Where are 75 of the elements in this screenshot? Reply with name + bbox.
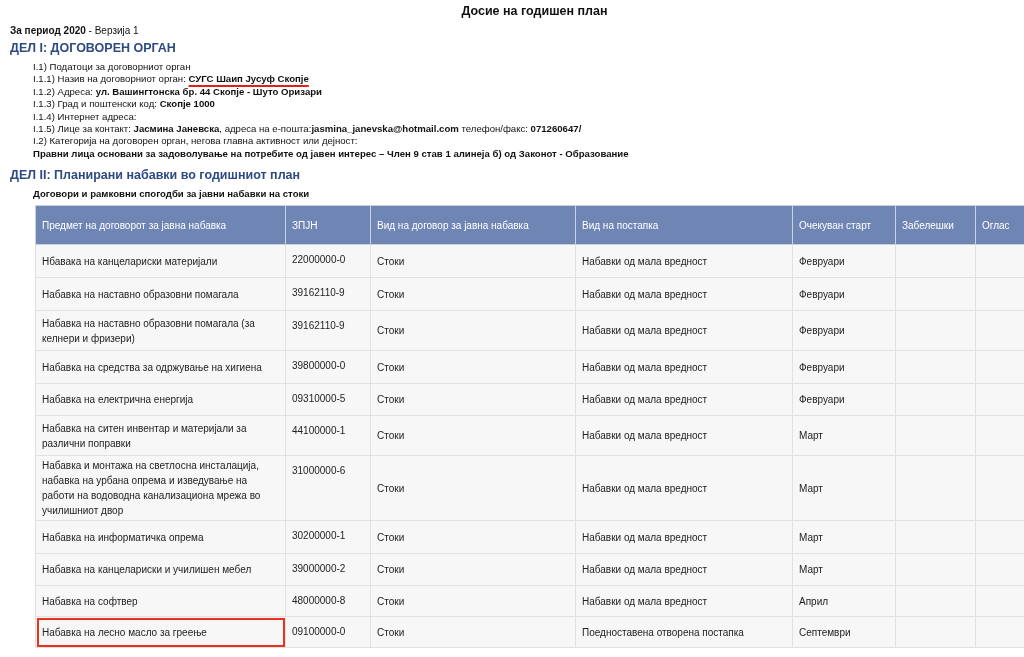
table-cell: 39162110-9 [285,277,371,311]
info-line: I.1.1) Назив на договорниот орган: СУГС Шаип Јусуф Скопје [33,73,310,86]
column-header: ЗПЈН [285,205,371,245]
column-header: Оглас [975,205,1024,245]
table-cell: Стоки [370,585,576,617]
table-cell: Набавка на средства за одржување на хигиена [35,350,286,384]
info-line: I.2) Категорија на договорен орган, негова главна активност или дејност: [33,135,359,148]
table-cell: Набавки од мала вредност [575,455,793,521]
table-cell: Стоки [370,244,576,278]
table-cell: 48000000-8 [285,585,371,617]
table-caption: Договори и рамковни спогодби за јавни набавки на стоки [33,188,311,201]
info-line: I.1.3) Град и поштенски код: Скопје 1000 [33,98,216,111]
table-cell: Набавки од мала вредност [575,553,793,586]
column-header: Забелешки [895,205,976,245]
column-header: Очекуван старт [792,205,896,245]
table-cell: Набавка на канцелариски и училишен мебел [35,553,286,586]
table-cell: 39000000-2 [285,553,371,586]
table-cell: 09100000-0 [285,616,371,648]
info-line: I.1) Податоци за договорниот орган [33,61,192,74]
table-cell: Февруари [792,383,896,416]
info-line: I.1.2) Адреса: ул. Вашингтонска бр. 44 Скопје - Шуто Оризари [33,85,323,99]
table-cell: Стоки [370,616,576,648]
table-cell: Набавка на наставно образовни помагала [35,277,286,311]
table-cell: Нбавака на канцелариски материјали [35,244,286,278]
table-cell: Набавки од мала вредност [575,310,793,351]
table-cell: Поедноставена отворена постапка [575,616,793,648]
table-cell: Стоки [370,415,576,456]
table-cell: Стоки [370,350,576,384]
table-cell: 44100000-1 [285,415,371,456]
table-cell: Набавка на лесно масло за греење [35,616,286,648]
table-cell: Септември [792,616,896,648]
table-cell: Набавка на електрична енергија [35,383,286,416]
table-cell: Набавка на информатичка опрема [35,520,286,554]
column-header: Вид на договор за јавна набавка [370,205,576,245]
table-cell: Стоки [370,277,576,311]
table-cell: Март [792,415,896,456]
table-cell: Набавка на софтвер [35,585,286,617]
table-cell: Април [792,585,896,617]
table-cell: Стоки [370,310,576,351]
table-cell: Набавки од мала вредност [575,520,793,554]
table-cell: 30200000-1 [285,520,371,554]
table-cell: 39162110-9 [285,310,371,351]
table-cell: Набавка на наставно образовни помагала (за келнери и фризери) [35,310,286,351]
table-cell: 22000000-0 [285,244,371,278]
table-cell: 31000000-6 [285,455,371,521]
section-heading: ДЕЛ II: Планирани набавки во годишниот план [10,168,302,184]
section-heading: ДЕЛ I: ДОГОВОРЕН ОРГАН [10,41,177,56]
table-cell: Набавки од мала вредност [575,277,793,311]
table-cell: Набавки од мала вредност [575,415,793,456]
period-text: За период 2020 - Верзија 1 [10,24,140,37]
table-cell: 39800000-0 [285,350,371,384]
page-title: Досие на годишен план [460,3,609,19]
table-cell: Февруари [792,350,896,384]
info-line: I.1.5) Лице за контакт: Јасмина Јаневска, адреса на е-пошта:jasmina_janevska@hotmail.com телефон/факс: 071260647/ [33,123,583,136]
column-header: Вид на постапка [575,205,793,245]
table-cell: Набавки од мала вредност [575,244,793,278]
table-cell: Февруари [792,310,896,351]
table-cell: Набавки од мала вредност [575,585,793,617]
table-cell: Стоки [370,553,576,586]
table-cell: Февруари [792,277,896,311]
info-line: I.1.4) Интернет адреса: [33,110,138,124]
table-cell: Стоки [370,383,576,416]
table-cell: Набавка и монтажа на светлосна инсталација, набавка на урбана опрема и изведување на работи на водоводна канализациона мрежа во училишниот двор [35,455,286,521]
table-cell: Набавки од мала вредност [575,383,793,416]
table-cell: Набавка на ситен инвентар и материјали за различни поправки [35,415,286,456]
table-cell: Март [792,553,896,586]
table-cell: Февруари [792,244,896,278]
table-cell: 09310000-5 [285,383,371,416]
column-header: Предмет на договорот за јавна набавка [35,205,286,245]
table-cell: Стоки [370,455,576,521]
info-line: Правни лица основани за задоволување на потребите од јавен интерес – Член 9 став 1 алинеја б) од Законот - Образование [33,147,630,161]
table-cell: Март [792,455,896,521]
table-cell: Набавки од мала вредност [575,350,793,384]
table-cell: Стоки [370,520,576,554]
table-cell: Март [792,520,896,554]
